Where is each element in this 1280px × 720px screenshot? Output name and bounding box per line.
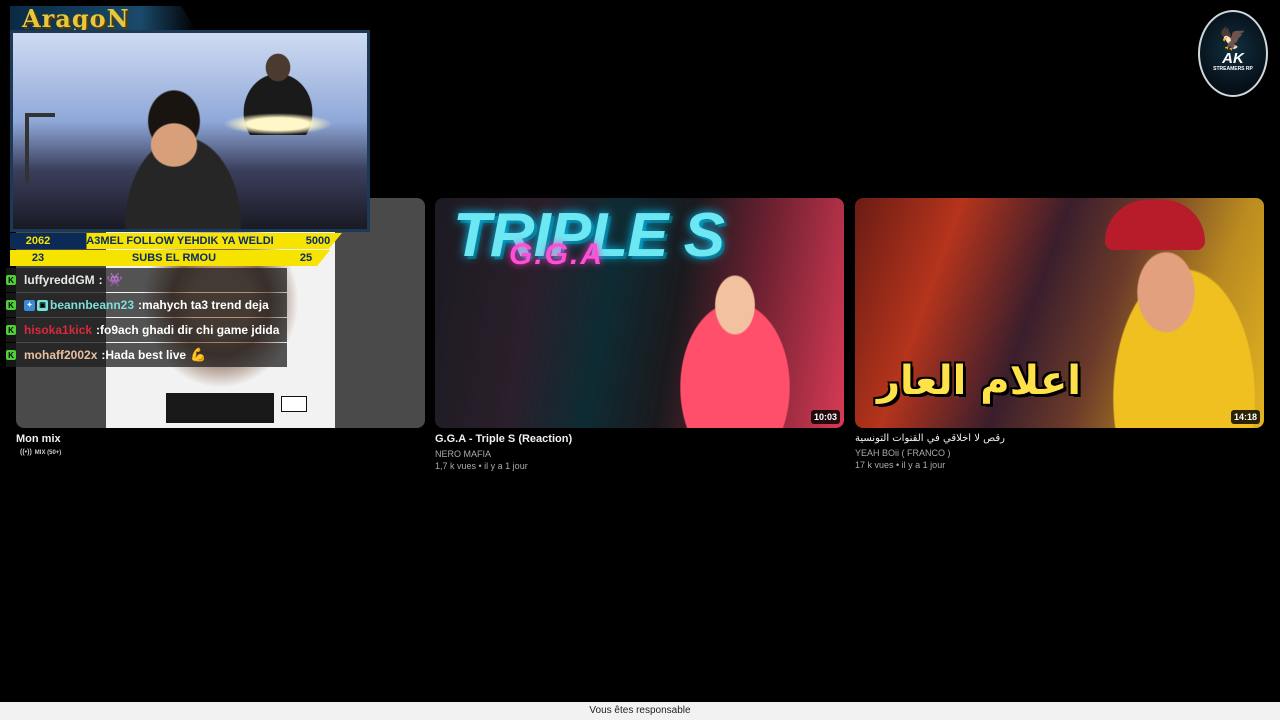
- microphone-arm-icon: [25, 113, 55, 183]
- chat-username: mohaff2002x: [24, 348, 98, 362]
- chat-overlay: K luffyreddGM : 👾 K ✦ ▣ beannbeann23 : m…: [6, 268, 288, 368]
- radio-icon: ((•)): [20, 449, 32, 456]
- kick-icon: K: [6, 350, 16, 360]
- chat-message: K hisoka1kick : fo9ach ghadi dir chi gam…: [6, 318, 288, 342]
- chat-username: beannbeann23: [50, 298, 135, 312]
- gift-badge-icon: ▣: [37, 299, 48, 311]
- channel-logo-text: AK: [1222, 50, 1244, 67]
- video-meta: 17 k vues • il y a 1 jour: [855, 460, 946, 470]
- streamer-logo: AragoN: [22, 4, 130, 33]
- kick-icon: K: [6, 300, 16, 310]
- channel-name[interactable]: NERO MAFIA: [435, 449, 844, 459]
- video-card-franco[interactable]: اعلام العار 14:18 رقص لا أخلاقي في القنو…: [855, 198, 1264, 470]
- video-title[interactable]: رقص لا أخلاقي في القنوات التونسية: [855, 433, 1264, 444]
- video-thumbnail[interactable]: اعلام العار 14:18: [855, 198, 1264, 428]
- thumbnail-person: [650, 256, 820, 428]
- kick-icon: K: [6, 325, 16, 335]
- thumbnail-subtitle-text: G.G.A: [509, 238, 605, 271]
- duration-badge: 14:18: [1230, 410, 1260, 424]
- emote-icon: 👾: [106, 272, 123, 287]
- chat-message: K ✦ ▣ beannbeann23 : mahych ta3 trend de…: [6, 293, 288, 317]
- video-title[interactable]: G.G.A - Triple S (Reaction): [435, 433, 844, 445]
- sub-goal-text: SUBS EL RMOU: [131, 252, 217, 264]
- video-card-triple-s[interactable]: TRIPLE S G.G.A 10:03 G.G.A - Triple S (R…: [435, 198, 844, 471]
- chat-message: K luffyreddGM : 👾: [6, 268, 288, 292]
- parental-advisory-icon: [281, 396, 307, 412]
- chat-text: mahych ta3 trend deja: [142, 298, 269, 312]
- eagle-icon: 🦅: [1219, 26, 1247, 51]
- follow-goal-current: 2062: [25, 235, 51, 247]
- emote-icon: 💪: [190, 347, 207, 362]
- mix-badge: ((•)) MIX (50+): [20, 449, 425, 456]
- webcam-streamer: [93, 88, 273, 229]
- kick-icon: K: [6, 275, 16, 285]
- sub-goal-current: 23: [31, 252, 45, 264]
- video-meta: 1,7 k vues • il y a 1 jour: [435, 461, 528, 471]
- chat-message: K mohaff2002x : Hada best live 💪: [6, 343, 288, 367]
- channel-logo: 🦅 AK STREAMERS RP: [1198, 10, 1268, 97]
- thumbnail-arabic-text: اعلام العار: [877, 358, 1082, 404]
- sub-badge-icon: ✦: [24, 299, 35, 311]
- mix-badge-label: MIX (50+): [34, 449, 62, 456]
- footer-bar: Vous êtes responsable: [0, 702, 1280, 720]
- follow-goal-bar: 2062 A3MEL FOLLOW YEHDIK YA WELDI 5000: [10, 233, 342, 249]
- channel-logo-subtext: STREAMERS RP: [1213, 66, 1253, 72]
- chat-separator: :: [98, 273, 103, 287]
- video-thumbnail[interactable]: TRIPLE S G.G.A 10:03: [435, 198, 844, 428]
- chat-username: luffyreddGM: [24, 273, 95, 287]
- thumbnail-person: [1085, 218, 1264, 428]
- chat-text: Hada best live: [105, 348, 187, 362]
- chat-text: fo9ach ghadi dir chi game jdida: [100, 323, 280, 337]
- sub-goal-bar: 23 SUBS EL RMOU 25: [10, 250, 330, 266]
- follow-goal-text: A3MEL FOLLOW YEHDIK YA WELDI: [86, 235, 274, 247]
- duration-badge: 10:03: [810, 410, 840, 424]
- webcam-feed: [10, 30, 370, 232]
- channel-name[interactable]: YEAH BOii ( FRANCO ): [855, 448, 1264, 458]
- album-cover-detail: [166, 393, 274, 423]
- chat-username: hisoka1kick: [24, 323, 93, 337]
- video-title[interactable]: Mon mix: [16, 433, 425, 445]
